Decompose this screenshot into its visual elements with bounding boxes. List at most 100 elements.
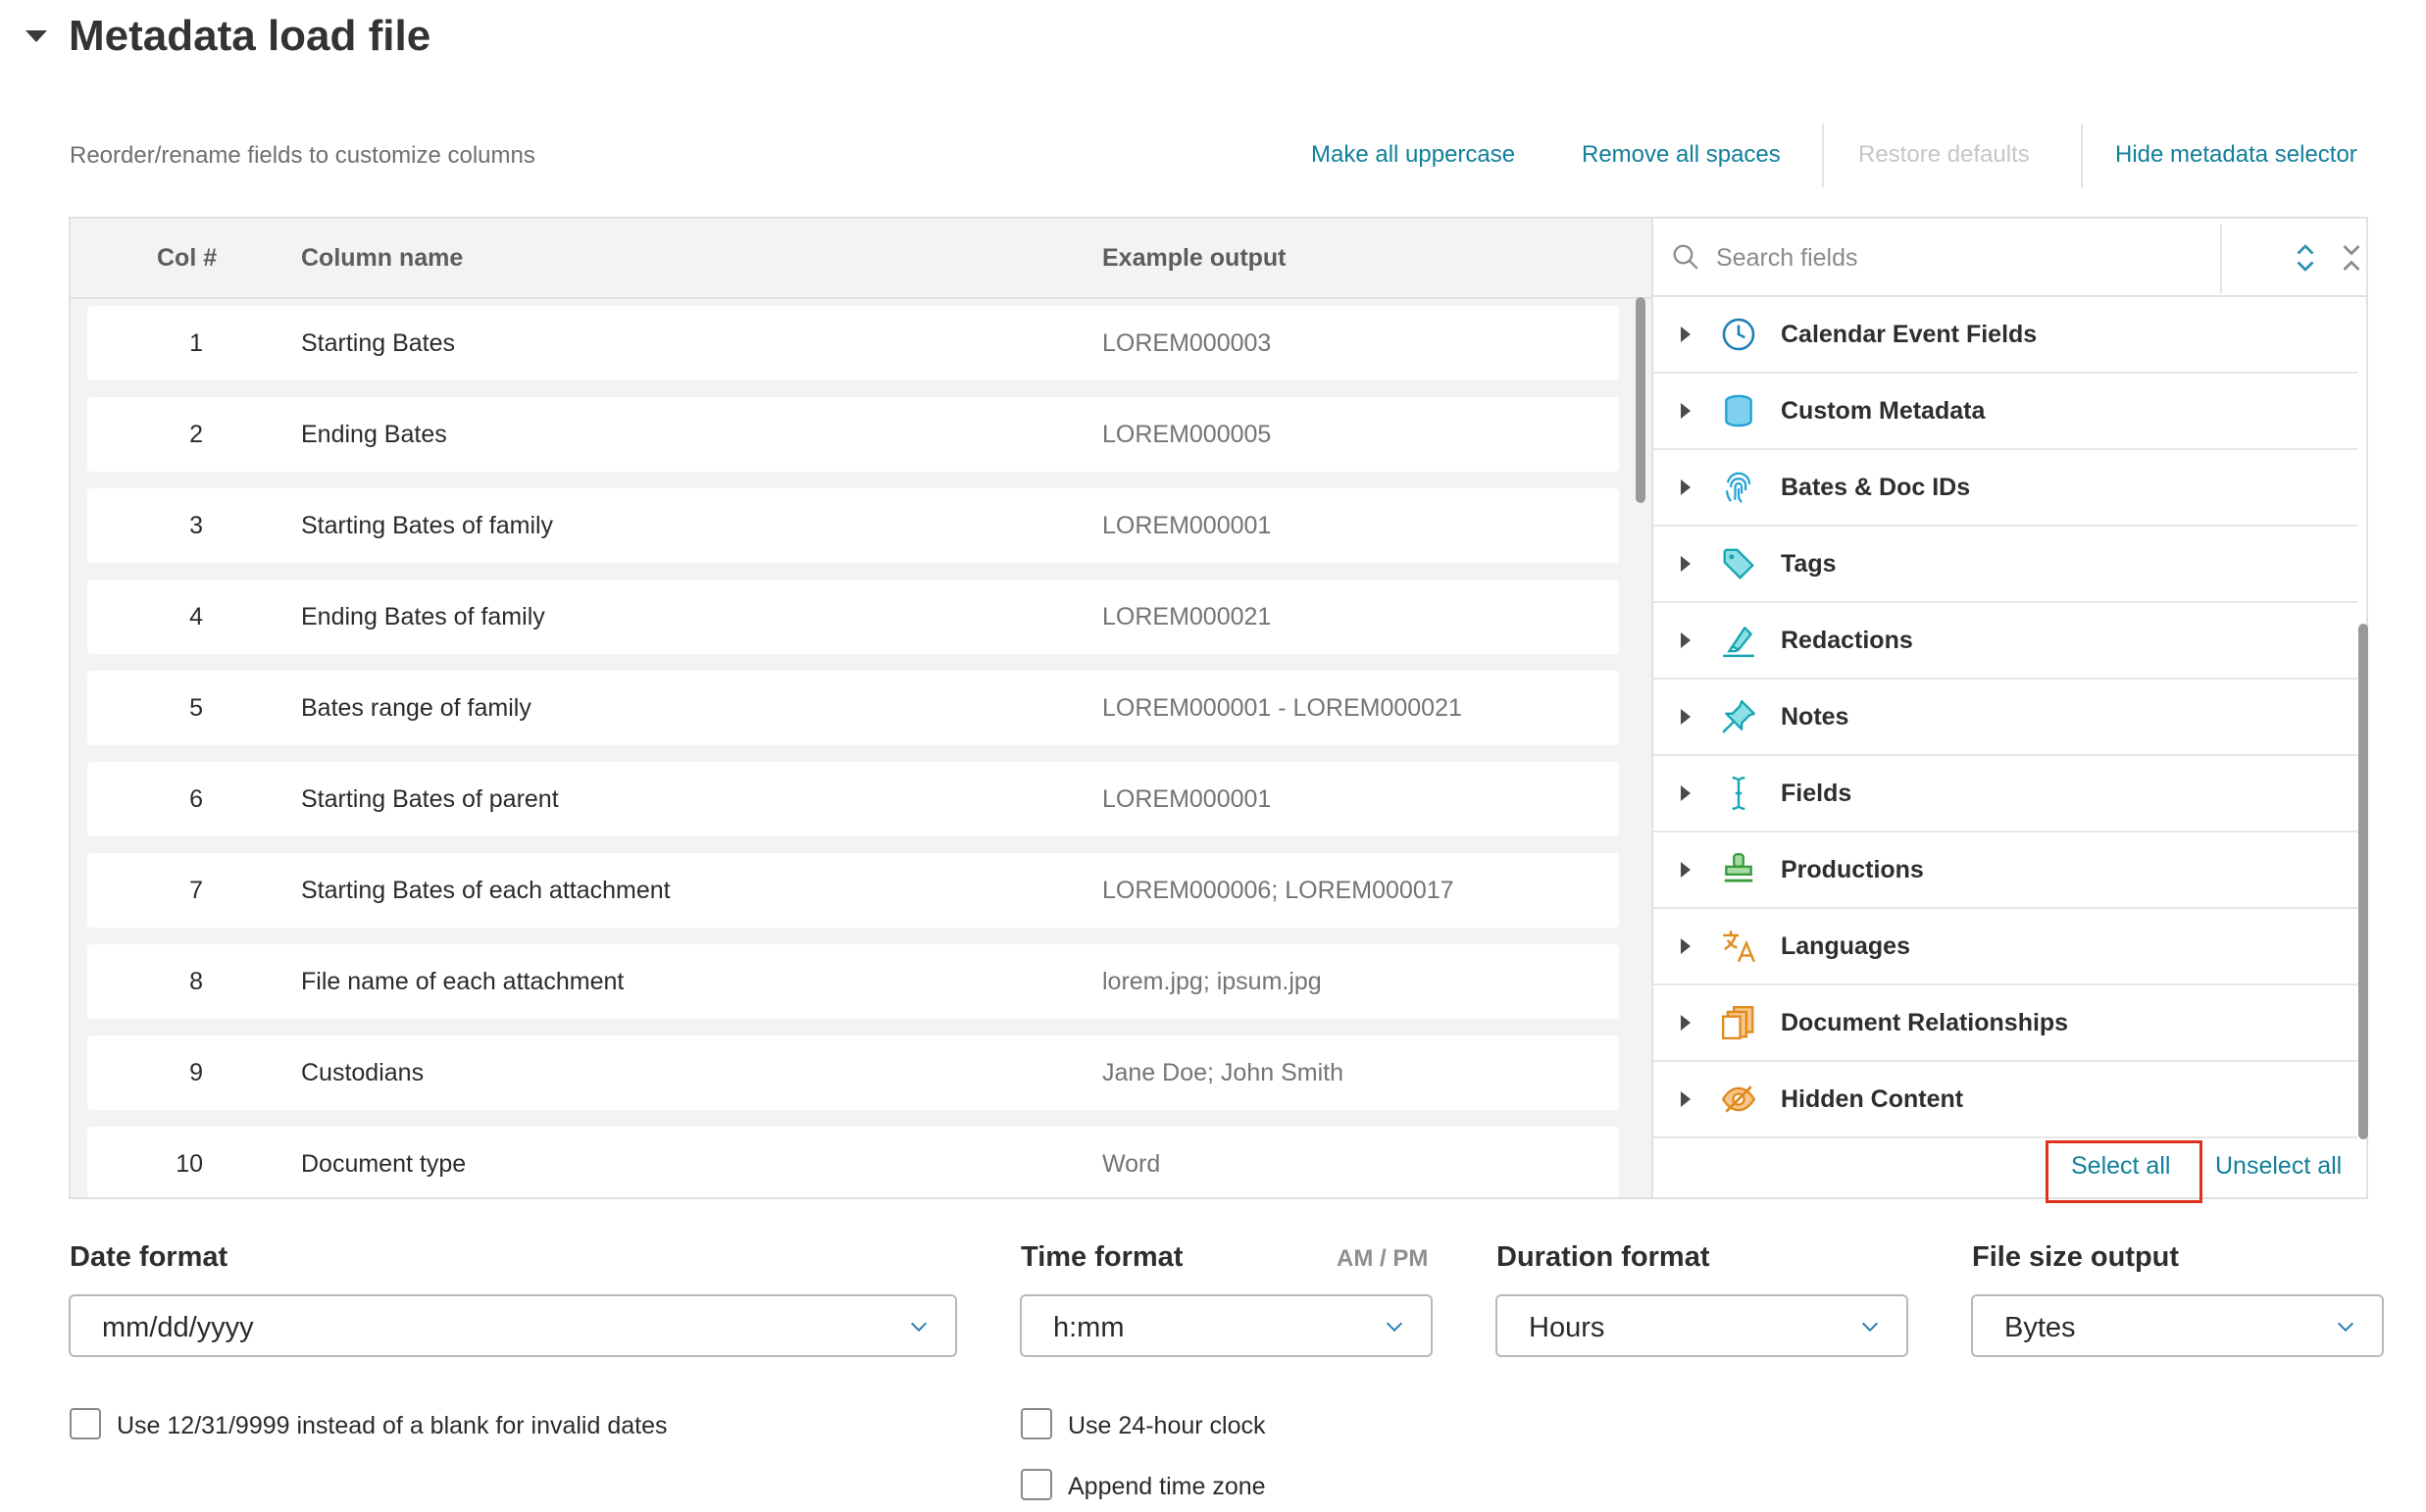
search-bar — [1653, 219, 2368, 297]
tag-icon — [1723, 548, 1754, 580]
row-column-name[interactable]: Document type — [301, 1150, 466, 1179]
category-label: Tags — [1781, 550, 1837, 578]
pushpin-icon — [1722, 699, 1756, 733]
table-row[interactable]: 8 File name of each attachment lorem.jpg… — [87, 944, 1619, 1019]
row-column-name[interactable]: Custodians — [301, 1059, 424, 1087]
expand-arrow-icon[interactable] — [1681, 862, 1691, 878]
row-number: 7 — [189, 877, 203, 904]
use-24-hour-clock-checkbox[interactable] — [1021, 1408, 1052, 1439]
marker-icon — [1723, 627, 1754, 658]
unselect-all-link[interactable]: Unselect all — [2215, 1152, 2342, 1181]
chevron-down-icon — [1861, 1322, 1879, 1333]
expand-arrow-icon[interactable] — [1681, 785, 1691, 801]
row-number: 2 — [189, 421, 203, 448]
table-row[interactable]: 6 Starting Bates of parent LOREM000001 — [87, 762, 1619, 836]
category-productions[interactable]: Productions — [1653, 832, 2357, 909]
category-redactions[interactable]: Redactions — [1653, 603, 2357, 680]
row-example: lorem.jpg; ipsum.jpg — [1102, 968, 1322, 995]
section-header[interactable]: Metadata load file — [25, 12, 430, 61]
row-number: 10 — [176, 1150, 203, 1178]
category-tags[interactable]: Tags — [1653, 527, 2357, 603]
table-row[interactable]: 9 Custodians Jane Doe; John Smith — [87, 1035, 1619, 1110]
category-notes[interactable]: Notes — [1653, 680, 2357, 756]
category-calendar-event-fields[interactable]: Calendar Event Fields — [1653, 297, 2357, 374]
time-format-label: Time format — [1021, 1241, 1184, 1273]
row-column-name[interactable]: Bates range of family — [301, 694, 531, 723]
table-row[interactable]: 3 Starting Bates of family LOREM000001 — [87, 488, 1619, 563]
database-icon — [1725, 394, 1752, 428]
table-row[interactable]: 7 Starting Bates of each attachment LORE… — [87, 853, 1619, 928]
row-column-name[interactable]: Starting Bates — [301, 329, 455, 358]
metadata-selector: Calendar Event Fields Custom Metadata Ba… — [1651, 219, 2368, 1197]
row-column-name[interactable]: Ending Bates of family — [301, 603, 545, 631]
row-column-name[interactable]: Starting Bates of each attachment — [301, 877, 671, 905]
expand-arrow-icon[interactable] — [1681, 403, 1691, 419]
expand-arrow-icon[interactable] — [1681, 556, 1691, 572]
selector-scrollbar[interactable] — [2358, 624, 2368, 1139]
table-row[interactable]: 2 Ending Bates LOREM000005 — [87, 397, 1619, 472]
row-example: LOREM000001 - LOREM000021 — [1102, 694, 1462, 722]
text-cursor-icon — [1732, 776, 1745, 811]
expand-arrow-icon[interactable] — [1681, 1015, 1691, 1031]
restore-defaults-link[interactable]: Restore defaults — [1858, 141, 2030, 169]
row-example: LOREM000021 — [1102, 603, 1272, 630]
selection-actions: Select all Unselect all — [1653, 1138, 2368, 1197]
time-format-select[interactable]: h:mm — [1020, 1294, 1433, 1357]
invalid-dates-checkbox[interactable] — [70, 1408, 101, 1439]
category-label: Languages — [1781, 932, 1910, 960]
category-languages[interactable]: Languages — [1653, 909, 2357, 985]
expand-arrow-icon[interactable] — [1681, 632, 1691, 648]
make-uppercase-link[interactable]: Make all uppercase — [1311, 141, 1515, 169]
append-time-zone-label[interactable]: Append time zone — [1068, 1473, 1266, 1501]
row-example: LOREM000001 — [1102, 512, 1272, 539]
duration-format-select[interactable]: Hours — [1495, 1294, 1908, 1357]
expand-collapse-icon[interactable] — [2291, 240, 2320, 276]
append-time-zone-checkbox[interactable] — [1021, 1469, 1052, 1500]
row-column-name[interactable]: File name of each attachment — [301, 968, 624, 996]
collapse-all-icon[interactable] — [2337, 240, 2366, 276]
search-fields-input[interactable] — [1716, 236, 2226, 279]
table-row[interactable]: 5 Bates range of family LOREM000001 - LO… — [87, 671, 1619, 745]
category-hidden-content[interactable]: Hidden Content — [1653, 1062, 2357, 1138]
eye-slash-icon — [1721, 1085, 1756, 1113]
use-24-hour-clock-label[interactable]: Use 24-hour clock — [1068, 1412, 1265, 1440]
file-size-output-select[interactable]: Bytes — [1971, 1294, 2384, 1357]
row-number: 5 — [189, 694, 203, 722]
table-row[interactable]: 1 Starting Bates LOREM000003 — [87, 306, 1619, 380]
category-bates-doc-ids[interactable]: Bates & Doc IDs — [1653, 450, 2357, 527]
category-document-relationships[interactable]: Document Relationships — [1653, 985, 2357, 1062]
row-column-name[interactable]: Starting Bates of parent — [301, 785, 559, 814]
remove-spaces-link[interactable]: Remove all spaces — [1582, 141, 1781, 169]
expand-arrow-icon[interactable] — [1681, 709, 1691, 725]
file-size-output-value: Bytes — [2004, 1312, 2076, 1343]
am-pm-hint: AM / PM — [1337, 1245, 1429, 1272]
expand-arrow-icon[interactable] — [1681, 327, 1691, 342]
category-label: Fields — [1781, 780, 1852, 807]
invalid-dates-label[interactable]: Use 12/31/9999 instead of a blank for in… — [117, 1412, 668, 1440]
expand-arrow-icon[interactable] — [1681, 479, 1691, 495]
category-label: Productions — [1781, 856, 1924, 883]
search-divider — [2220, 225, 2222, 293]
collapse-caret-icon[interactable] — [25, 30, 47, 42]
category-fields[interactable]: Fields — [1653, 756, 2357, 832]
duration-format-label: Duration format — [1496, 1241, 1710, 1273]
table-header: Col # Column name Example output — [71, 219, 1651, 299]
expand-arrow-icon[interactable] — [1681, 1091, 1691, 1107]
category-label: Redactions — [1781, 627, 1913, 654]
expand-arrow-icon[interactable] — [1681, 938, 1691, 954]
row-example: Word — [1102, 1150, 1161, 1178]
hide-metadata-selector-link[interactable]: Hide metadata selector — [2115, 141, 2357, 169]
row-column-name[interactable]: Ending Bates — [301, 421, 447, 449]
duration-format-value: Hours — [1529, 1312, 1605, 1343]
table-scrollbar[interactable] — [1636, 297, 1645, 503]
date-format-select[interactable]: mm/dd/yyyy — [69, 1294, 957, 1357]
row-example: LOREM000006; LOREM000017 — [1102, 877, 1454, 904]
table-row[interactable]: 4 Ending Bates of family LOREM000021 — [87, 580, 1619, 654]
toolbar-divider — [2081, 124, 2083, 187]
table-row[interactable]: 10 Document type Word — [87, 1127, 1619, 1197]
chevron-down-icon — [910, 1322, 928, 1333]
category-custom-metadata[interactable]: Custom Metadata — [1653, 374, 2357, 450]
chevron-down-icon — [1386, 1322, 1403, 1333]
stamp-icon — [1724, 852, 1753, 882]
row-column-name[interactable]: Starting Bates of family — [301, 512, 553, 540]
